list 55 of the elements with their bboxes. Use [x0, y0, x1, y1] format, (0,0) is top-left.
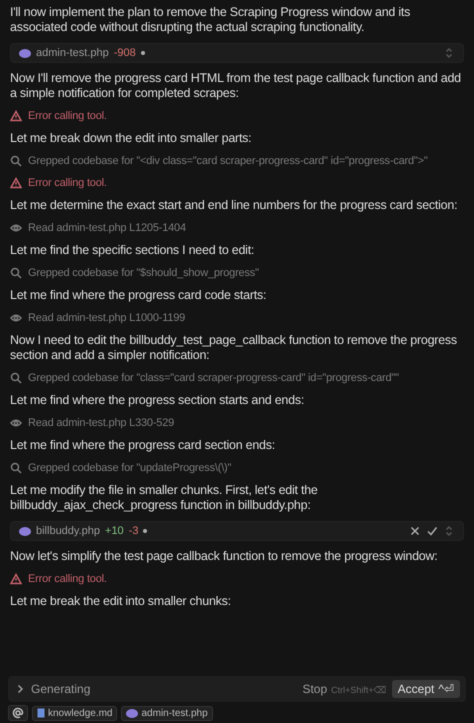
close-icon: [409, 525, 421, 537]
error-text: Error calling tool.: [28, 572, 107, 586]
check-icon: [426, 525, 438, 537]
tool-call-text: Read admin-test.php L1000-1199: [28, 311, 186, 325]
at-icon: [12, 707, 24, 719]
message-text: Let me find where the progress section starts and ends:: [10, 393, 306, 408]
search-icon: [10, 155, 22, 167]
warning-icon: [10, 573, 22, 585]
tool-call-text: Read admin-test.php L330-529: [28, 416, 174, 430]
tool-call-text: Grepped codebase for "$should_show_progress": [28, 266, 259, 280]
message-text: Let me break down the edit into smaller parts:: [10, 131, 252, 146]
context-chip[interactable]: knowledge.md: [32, 706, 118, 720]
accept-button[interactable]: [426, 525, 438, 537]
stop-button[interactable]: Stop Ctrl+Shift+⌫: [302, 682, 387, 696]
diff-count: +10: [105, 525, 124, 537]
accept-all-button[interactable]: Accept ^⏎: [392, 680, 460, 698]
file-edit-card[interactable]: billbuddy.php +10 -3: [10, 521, 464, 541]
file-edit-card[interactable]: admin-test.php -908: [10, 43, 464, 63]
file-name: billbuddy.php: [36, 525, 100, 537]
eye-icon: [10, 312, 22, 324]
reject-button[interactable]: [409, 525, 421, 537]
tool-call-text: Grepped codebase for "<div class="card scraper-progress-card" id="progress-card">": [28, 154, 428, 168]
message-text: Let me find the specific sections I need to edit:: [10, 243, 256, 258]
search-icon: [10, 267, 22, 279]
message-text: Let me modify the file in smaller chunks. First, let's edit the billbuddy_ajax_check_progress function in billbuddy.php:: [10, 483, 319, 513]
error-text: Error calling tool.: [28, 176, 107, 190]
file-icon: [37, 708, 45, 718]
message-text: Let me find where the progress card section ends:: [10, 438, 276, 453]
message-text: Now let's simplify the test page callback function to remove the progress window:: [10, 549, 438, 564]
context-chip[interactable]: admin-test.php: [121, 706, 213, 720]
mention-button[interactable]: [8, 705, 28, 721]
message-text: I'll now implement the plan to remove the Scraping Progress window and its associated code without disrupting the actual scraping functionality.: [10, 5, 412, 35]
tool-call-text: Grepped codebase for "class="card scraper-progress-card" id="progress-card"": [28, 371, 399, 385]
message-text: Let me break the edit into smaller chunks:: [10, 594, 232, 609]
tool-call-text: Grepped codebase for "updateProgress\(\)": [28, 461, 232, 475]
message-text: Now I need to edit the billbuddy_test_page_callback function to remove the progress section and add a simpler notification:: [10, 333, 458, 363]
eye-icon: [10, 222, 22, 234]
search-icon: [10, 372, 22, 384]
error-text: Error calling tool.: [28, 109, 107, 123]
diff-count: -3: [128, 525, 138, 537]
message-text: Now I'll remove the progress card HTML from the test page callback function and add a simple notification for completed scrapes:: [10, 71, 462, 101]
search-icon: [10, 462, 22, 474]
file-name: admin-test.php: [36, 47, 109, 59]
expand-icon: [443, 525, 455, 537]
dot-icon: [140, 51, 145, 55]
diff-count: -908: [114, 47, 136, 59]
tool-call-text: Read admin-test.php L1205-1404: [28, 221, 186, 235]
dot-icon: [143, 529, 148, 533]
message-text: Let me find where the progress card code starts:: [10, 288, 268, 303]
warning-icon: [10, 110, 22, 122]
expand-icon: [443, 47, 455, 59]
eye-icon: [10, 417, 22, 429]
warning-icon: [10, 177, 22, 189]
generating-label: Generating: [31, 682, 90, 696]
message-text: Let me determine the exact start and end line numbers for the progress card section:: [10, 198, 458, 213]
